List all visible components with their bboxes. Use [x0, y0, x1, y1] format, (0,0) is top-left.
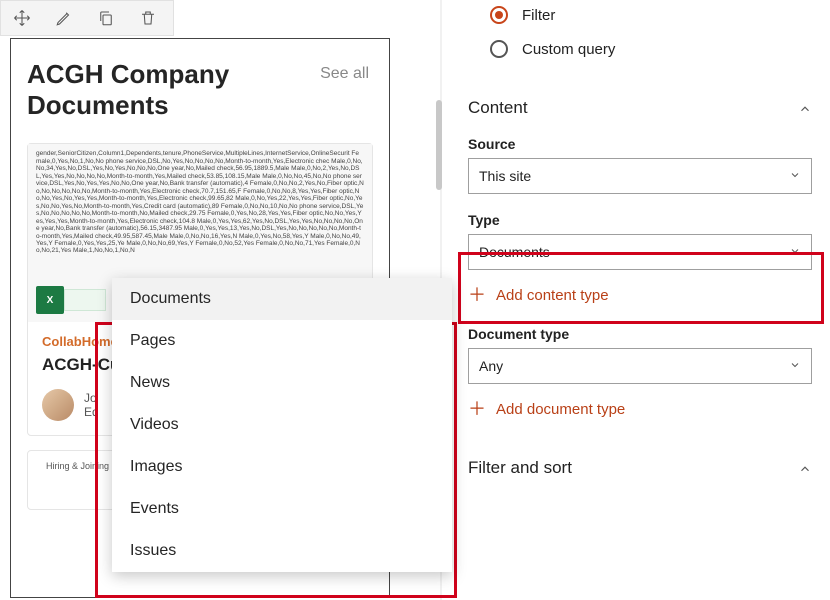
radio-checked-icon [490, 6, 508, 24]
type-label: Type [468, 212, 812, 228]
chevron-down-icon [789, 168, 801, 184]
radio-filter[interactable]: Filter [468, 6, 812, 24]
add-content-type[interactable]: ＋ Add content type [468, 286, 812, 304]
type-option-news[interactable]: News [112, 362, 452, 404]
plus-icon: ＋ [468, 400, 486, 418]
webpart-toolbar [0, 0, 174, 36]
chevron-down-icon [789, 358, 801, 374]
duplicate-button[interactable] [85, 0, 127, 36]
type-option-events[interactable]: Events [112, 488, 452, 530]
delete-button[interactable] [127, 0, 169, 36]
author-name: Jo [84, 391, 99, 405]
radio-custom-query[interactable]: Custom query [468, 40, 812, 58]
add-document-type-label: Add document type [496, 401, 625, 418]
radio-unchecked-icon [490, 40, 508, 58]
type-option-images[interactable]: Images [112, 446, 452, 488]
source-select[interactable]: This site [468, 158, 812, 194]
section-filter-sort[interactable]: Filter and sort [468, 458, 812, 478]
type-dropdown-menu: Documents Pages News Videos Images Event… [112, 278, 452, 572]
doctype-label: Document type [468, 326, 812, 342]
plus-icon: ＋ [468, 286, 486, 304]
move-button[interactable] [1, 0, 43, 36]
author-activity: Ed [84, 405, 99, 419]
property-pane: Filter Custom query Content Source This … [450, 0, 830, 600]
trash-icon [139, 9, 157, 27]
section-filter-sort-label: Filter and sort [468, 458, 572, 478]
section-content[interactable]: Content [468, 98, 812, 118]
radio-custom-label: Custom query [522, 41, 615, 58]
doctype-value: Any [479, 358, 503, 374]
edit-button[interactable] [43, 0, 85, 36]
type-option-pages[interactable]: Pages [112, 320, 452, 362]
chevron-up-icon [798, 101, 812, 115]
pencil-icon [55, 9, 73, 27]
add-document-type[interactable]: ＋ Add document type [468, 400, 812, 418]
chevron-down-icon [789, 244, 801, 260]
source-label: Source [468, 136, 812, 152]
source-value: This site [479, 168, 531, 184]
doctype-select[interactable]: Any [468, 348, 812, 384]
type-option-videos[interactable]: Videos [112, 404, 452, 446]
add-content-type-label: Add content type [496, 287, 609, 304]
see-all-link[interactable]: See all [320, 65, 369, 83]
move-icon [13, 9, 31, 27]
type-option-documents[interactable]: Documents [112, 278, 452, 320]
excel-icon: X [36, 286, 64, 314]
type-option-issues[interactable]: Issues [112, 530, 452, 572]
avatar [42, 389, 74, 421]
chevron-up-icon [798, 461, 812, 475]
radio-filter-label: Filter [522, 7, 555, 24]
copy-icon [97, 9, 115, 27]
type-select[interactable]: Documents [468, 234, 812, 270]
thumbnail-text: gender,SeniorCitizen,Column1,Dependents,… [36, 150, 364, 254]
type-value: Documents [479, 244, 550, 260]
section-content-label: Content [468, 98, 528, 118]
preview-scrollbar-thumb[interactable] [436, 100, 442, 190]
